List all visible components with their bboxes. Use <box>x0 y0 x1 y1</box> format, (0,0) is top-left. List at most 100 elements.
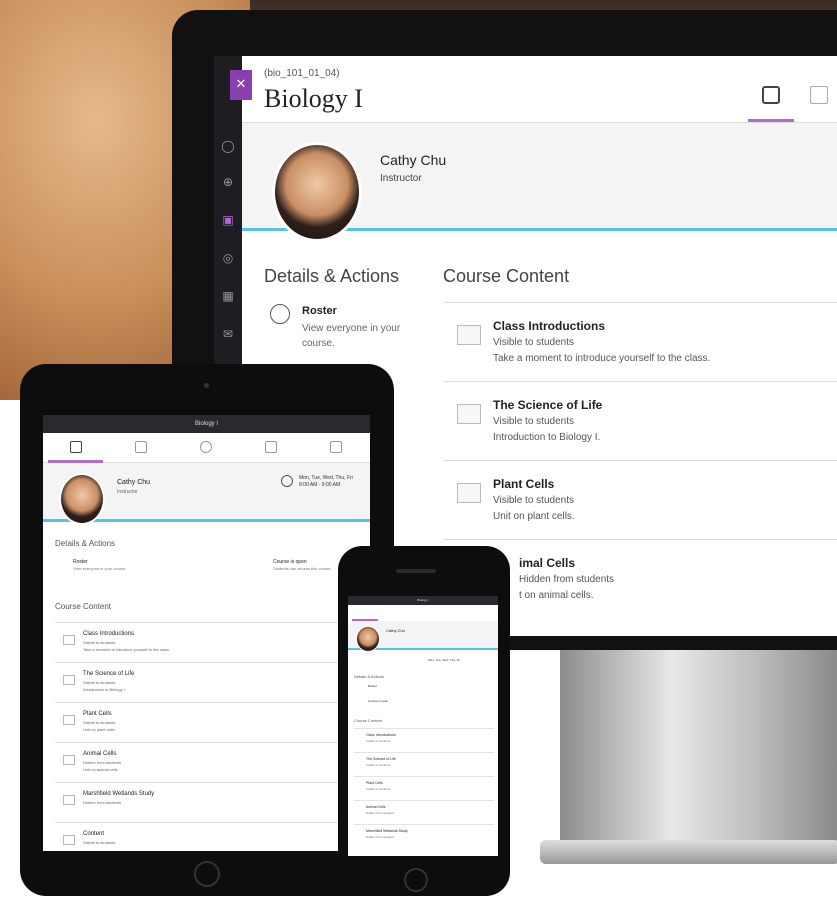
avatar[interactable] <box>272 142 362 242</box>
item-title[interactable]: Animal Cells <box>83 751 116 757</box>
content-item[interactable]: Marshfield Wetlands Study Hidden from stu… <box>55 782 365 822</box>
folder-icon <box>63 715 75 725</box>
content-item[interactable]: Animal Cells Hidden from students Unit on … <box>55 742 365 782</box>
monitor-stand-base <box>540 840 837 864</box>
folder-icon <box>63 835 75 845</box>
organizations-icon[interactable]: ◎ <box>220 250 236 266</box>
instructor-role: Instructor <box>380 173 422 184</box>
clock-icon <box>281 475 293 487</box>
instructor-role: Instructor <box>117 489 138 495</box>
folder-icon <box>63 755 75 765</box>
calendar-icon[interactable]: ▦ <box>220 288 236 304</box>
discussion-icon <box>63 635 75 645</box>
item-visibility[interactable]: Visible to students <box>366 787 390 791</box>
tab-calendar-icon[interactable] <box>810 86 828 104</box>
item-description: Take a moment to introduce yourself to t… <box>83 647 170 652</box>
roster-description: View everyone in your course. <box>302 323 401 349</box>
item-description: Take a moment to introduce yourself to t… <box>493 353 711 364</box>
item-title[interactable]: Plant Cells <box>83 711 112 717</box>
tablet-screen: Biology I Cathy Chu Instructor Mon, Tue,… <box>43 415 370 851</box>
item-visibility[interactable]: Visible to students <box>493 337 574 348</box>
content-item[interactable]: Marshfield Wetlands Study Hidden from stu… <box>354 824 494 848</box>
item-title[interactable]: Class Introductions <box>83 631 134 637</box>
content-item[interactable]: Plant Cells Visible to students Unit on … <box>443 460 837 538</box>
item-title[interactable]: The Science of Life <box>366 757 396 761</box>
content-item[interactable]: Plant Cells Visible to students <box>354 776 494 800</box>
item-visibility[interactable]: Visible to students <box>366 763 390 767</box>
content-item[interactable]: The Science of Life Visible to students … <box>443 381 837 459</box>
item-title[interactable]: Plant Cells <box>493 477 554 491</box>
tab-course-outline-icon[interactable] <box>762 86 780 104</box>
tablet-title-bar: Biology I <box>43 415 370 433</box>
course-open-toggle[interactable]: Course is open <box>273 559 307 565</box>
item-title[interactable]: Marshfield Wetlands Study <box>366 829 408 833</box>
globe-icon[interactable]: ⊕ <box>220 174 236 190</box>
avatar[interactable] <box>59 473 105 525</box>
instructor-name[interactable]: Cathy Chu <box>386 628 405 633</box>
avatar[interactable] <box>356 626 380 652</box>
instructor-name[interactable]: Cathy Chu <box>117 479 150 486</box>
marketing-composite: ◯ ⊕ ▣ ◎ ▦ ✉ ✕ (bio_101_01_04) Biology I … <box>0 0 837 897</box>
messages-icon[interactable]: ✉ <box>220 326 236 342</box>
tablet-camera <box>204 383 209 388</box>
phone-title-bar: Biology I <box>348 596 498 605</box>
item-title[interactable]: Plant Cells <box>366 781 383 785</box>
content-item[interactable]: The Science of Life Visible to students In… <box>55 662 365 702</box>
course-open-toggle[interactable]: Course is open <box>368 699 388 703</box>
item-visibility[interactable]: Visible to students <box>493 495 574 506</box>
item-visibility[interactable]: Visible to students <box>493 416 574 427</box>
tab-grades-icon[interactable] <box>265 441 277 453</box>
item-visibility[interactable]: Visible to students <box>83 680 115 685</box>
item-visibility[interactable]: Hidden from students <box>519 574 614 585</box>
content-item[interactable]: Plant Cells Visible to students Unit on pl… <box>55 702 365 742</box>
user-icon[interactable]: ◯ <box>220 138 236 154</box>
item-visibility[interactable]: Visible to students <box>83 840 115 845</box>
tab-messages-icon[interactable] <box>330 441 342 453</box>
tab-calendar-icon[interactable] <box>135 441 147 453</box>
item-visibility[interactable]: Hidden from students <box>83 760 121 765</box>
item-description: Unit on plant cells. <box>83 727 116 732</box>
item-title[interactable]: Marshfield Wetlands Study <box>83 791 154 797</box>
discussion-icon <box>457 325 481 345</box>
item-visibility[interactable]: Visible to students <box>83 720 115 725</box>
content-heading: Course Content <box>443 266 570 286</box>
folder-icon <box>63 675 75 685</box>
courses-icon[interactable]: ▣ <box>220 212 236 228</box>
item-title[interactable]: Animal Cells <box>366 805 385 809</box>
item-title[interactable]: The Science of Life <box>493 398 602 412</box>
roster-icon[interactable] <box>270 304 290 324</box>
roster-link[interactable]: Roster <box>368 684 377 688</box>
content-item[interactable]: Content Visible to students <box>55 822 365 851</box>
roster-link[interactable]: Roster <box>302 305 337 317</box>
item-title[interactable]: Class Introductions <box>493 319 605 333</box>
content-item[interactable]: Class Introductions Visible to students … <box>443 302 837 380</box>
item-title[interactable]: Class Introductions <box>366 733 396 737</box>
tab-outline-icon[interactable] <box>70 441 82 453</box>
item-title[interactable]: imal Cells <box>519 556 575 570</box>
roster-description: View everyone in your course. <box>73 566 127 571</box>
course-code: (bio_101_01_04) <box>264 68 340 79</box>
item-visibility[interactable]: Visible to students <box>83 640 115 645</box>
item-visibility[interactable]: Hidden from students <box>366 811 395 815</box>
tab-discussions-icon[interactable] <box>200 441 212 453</box>
content-item[interactable]: Class Introductions Visible to students Ta… <box>55 622 365 662</box>
item-description: Unit on animal cells. <box>83 767 119 772</box>
item-visibility[interactable]: Hidden from students <box>366 835 395 839</box>
roster-link[interactable]: Roster <box>73 559 88 565</box>
phone-home-button[interactable] <box>404 868 428 892</box>
content-item[interactable]: Animal Cells Hidden from students <box>354 800 494 824</box>
content-item[interactable]: Class Introductions Visible to students <box>354 728 494 752</box>
phone-screen: Biology I Cathy Chu Mon, Tue, Wed, Thu, … <box>348 596 498 856</box>
details-heading: Details & Actions <box>354 674 385 679</box>
item-visibility[interactable]: Hidden from students <box>83 800 121 805</box>
close-icon[interactable]: ✕ <box>230 70 252 100</box>
tablet-home-button[interactable] <box>194 861 220 887</box>
item-title[interactable]: The Science of Life <box>83 671 134 677</box>
phone-speaker <box>396 569 436 573</box>
item-description: Unit on plant cells. <box>493 511 575 522</box>
content-item[interactable]: The Science of Life Visible to students <box>354 752 494 776</box>
instructor-name[interactable]: Cathy Chu <box>380 152 446 168</box>
item-visibility[interactable]: Visible to students <box>366 739 390 743</box>
office-hours: Mon, Tue, Wed, Thu, Fri 8:00 AM - 9:00 A… <box>299 475 353 488</box>
item-title[interactable]: Content <box>83 831 104 837</box>
